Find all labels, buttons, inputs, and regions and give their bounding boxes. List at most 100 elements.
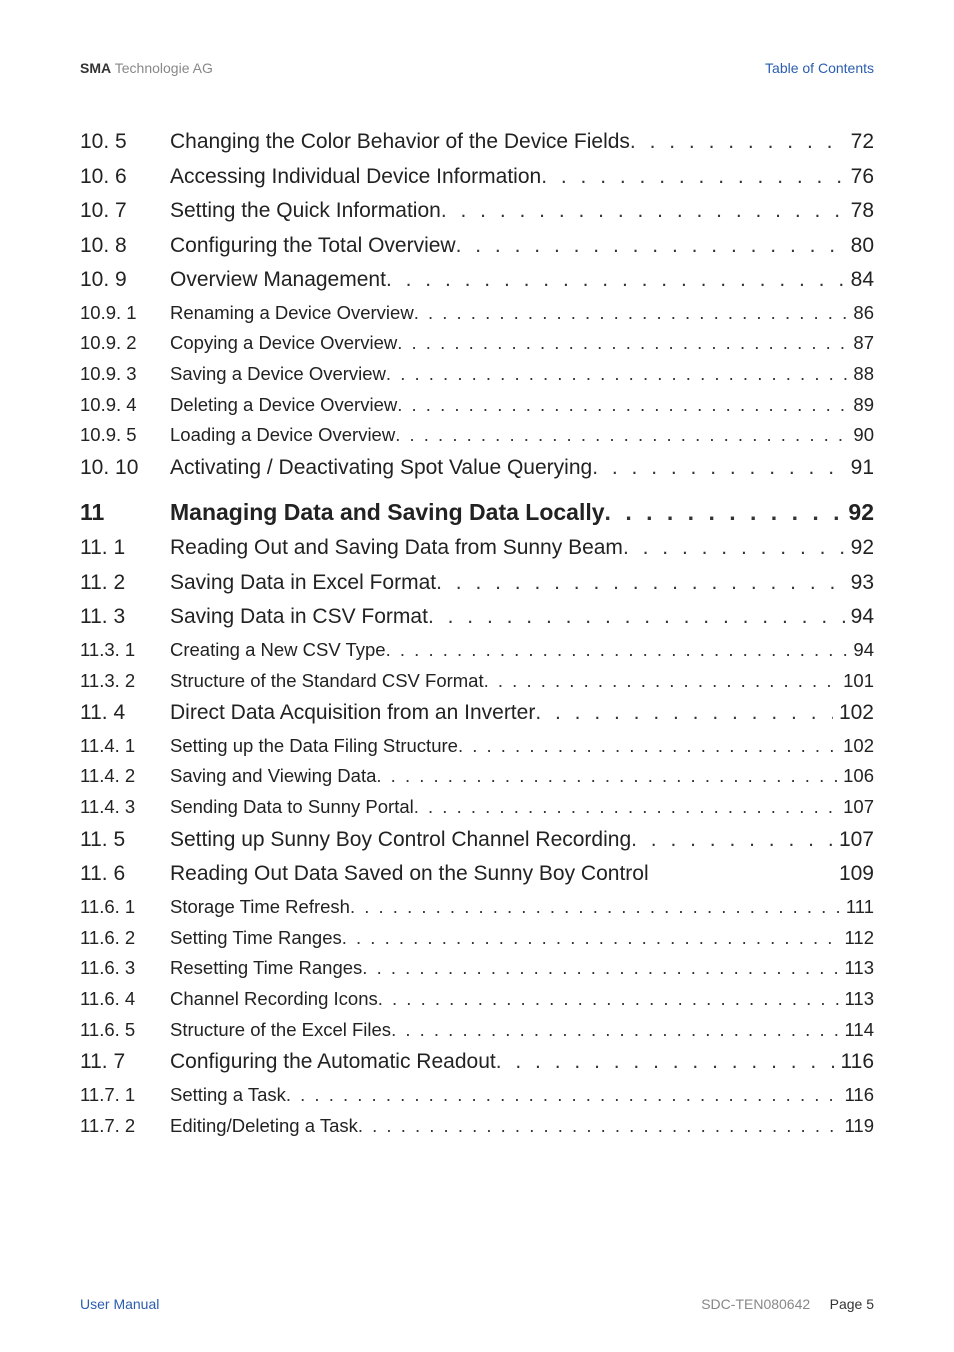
toc-title: Deleting a Device Overview xyxy=(170,391,397,420)
toc-title-wrap: Resetting Time Ranges113 xyxy=(170,954,874,983)
toc-number: 11 xyxy=(80,495,170,531)
footer-right: SDC-TEN080642 Page 5 xyxy=(701,1296,874,1312)
toc-title: Sending Data to Sunny Portal xyxy=(170,793,414,822)
toc-title-wrap: Setting up the Data Filing Structure102 xyxy=(170,732,874,761)
toc-number: 11.3. 2 xyxy=(80,667,170,696)
toc-leader-dots xyxy=(436,567,845,600)
toc-entry: 10. 7Setting the Quick Information 78 xyxy=(80,195,874,228)
toc-title-wrap: Direct Data Acquisition from an Inverter… xyxy=(170,697,874,730)
toc-page: 94 xyxy=(845,601,874,634)
toc-page: 106 xyxy=(837,762,874,791)
toc-title-wrap: Structure of the Standard CSV Format101 xyxy=(170,667,874,696)
toc-number: 10. 9 xyxy=(80,264,170,297)
toc-entry: 10.9. 4Deleting a Device Overview89 xyxy=(80,391,874,420)
toc-leader-dots xyxy=(391,1016,838,1045)
toc-page: 88 xyxy=(847,360,874,389)
toc-page: 107 xyxy=(837,793,874,822)
toc-number: 10. 8 xyxy=(80,230,170,263)
toc-number: 11. 5 xyxy=(80,824,170,857)
toc-title-wrap: Overview Management84 xyxy=(170,264,874,297)
toc-title: Creating a New CSV Type xyxy=(170,636,386,665)
toc-title-wrap: Setting the Quick Information 78 xyxy=(170,195,874,228)
toc-number: 11.3. 1 xyxy=(80,636,170,665)
toc-title: Setting up Sunny Boy Control Channel Rec… xyxy=(170,824,631,857)
toc-title-wrap: Activating / Deactivating Spot Value Que… xyxy=(170,452,874,485)
toc-title-wrap: Sending Data to Sunny Portal 107 xyxy=(170,793,874,822)
toc-page: 78 xyxy=(845,195,874,228)
toc-page: 94 xyxy=(847,636,874,665)
toc-title: Activating / Deactivating Spot Value Que… xyxy=(170,452,592,485)
toc-title: Setting the Quick Information xyxy=(170,195,441,228)
toc-title-wrap: Saving Data in Excel Format93 xyxy=(170,567,874,600)
toc-page: 107 xyxy=(833,824,874,857)
toc-number: 11.6. 1 xyxy=(80,893,170,922)
toc-page: 92 xyxy=(842,495,874,531)
toc-number: 11.4. 1 xyxy=(80,732,170,761)
toc-title: Editing/Deleting a Task xyxy=(170,1112,358,1141)
toc-entry: 10. 9Overview Management84 xyxy=(80,264,874,297)
toc-title-wrap: Accessing Individual Device Information 7… xyxy=(170,161,874,194)
toc-title: Saving Data in CSV Format xyxy=(170,601,428,634)
toc-title-wrap: Reading Out and Saving Data from Sunny B… xyxy=(170,532,874,565)
toc-title: Setting a Task xyxy=(170,1081,286,1110)
toc-title: Saving and Viewing Data xyxy=(170,762,376,791)
toc-entry: 10.9. 1Renaming a Device Overview86 xyxy=(80,299,874,328)
brand-suffix: Technologie AG xyxy=(111,60,213,76)
toc-title: Copying a Device Overview xyxy=(170,329,397,358)
toc-entry: 10. 10Activating / Deactivating Spot Val… xyxy=(80,452,874,485)
toc-leader-dots xyxy=(458,732,837,761)
toc-entry: 10.9. 5Loading a Device Overview90 xyxy=(80,421,874,450)
toc-title-wrap: Setting up Sunny Boy Control Channel Rec… xyxy=(170,824,874,857)
toc-entry: 11.6. 5Structure of the Excel Files114 xyxy=(80,1016,874,1045)
toc-page: 113 xyxy=(839,985,875,1014)
toc-leader-dots xyxy=(631,824,833,857)
footer-doc-type: User Manual xyxy=(80,1296,159,1312)
toc-leader-dots xyxy=(428,601,845,634)
toc-leader-dots xyxy=(378,985,839,1014)
header-brand: SMA Technologie AG xyxy=(80,60,213,76)
toc-title-wrap: Saving and Viewing Data 106 xyxy=(170,762,874,791)
toc-entry: 11.6. 4Channel Recording Icons113 xyxy=(80,985,874,1014)
toc-entry: 11. 6Reading Out Data Saved on the Sunny… xyxy=(80,858,874,891)
toc-title: Changing the Color Behavior of the Devic… xyxy=(170,126,630,159)
toc-entry: 10. 5Changing the Color Behavior of the … xyxy=(80,126,874,159)
toc-page: 86 xyxy=(847,299,874,328)
toc-title: Loading a Device Overview xyxy=(170,421,395,450)
toc-page: 93 xyxy=(845,567,874,600)
toc-page: 116 xyxy=(839,1081,875,1110)
toc-title: Direct Data Acquisition from an Inverter xyxy=(170,697,535,730)
toc-leader-dots xyxy=(386,264,845,297)
toc-leader-dots xyxy=(397,329,847,358)
toc-number: 10.9. 5 xyxy=(80,421,170,450)
toc-entry: 10.9. 2Copying a Device Overview87 xyxy=(80,329,874,358)
toc-number: 11.4. 3 xyxy=(80,793,170,822)
table-of-contents: 10. 5Changing the Color Behavior of the … xyxy=(80,126,874,1140)
page-header: SMA Technologie AG Table of Contents xyxy=(80,60,874,76)
toc-leader-dots xyxy=(484,667,838,696)
toc-number: 11.6. 5 xyxy=(80,1016,170,1045)
toc-page: 102 xyxy=(833,697,874,730)
toc-leader-dots xyxy=(541,161,844,194)
toc-entry: 11.7. 2Editing/Deleting a Task119 xyxy=(80,1112,874,1141)
toc-entry: 11. 7Configuring the Automatic Readout11… xyxy=(80,1046,874,1079)
toc-number: 11. 1 xyxy=(80,532,170,565)
toc-page: 76 xyxy=(845,161,874,194)
toc-number: 10.9. 4 xyxy=(80,391,170,420)
toc-page: 113 xyxy=(839,954,875,983)
footer-page-num: 5 xyxy=(866,1296,874,1312)
toc-title-wrap: Reading Out Data Saved on the Sunny Boy … xyxy=(170,858,874,891)
toc-leader-dots xyxy=(386,360,848,389)
toc-title: Accessing Individual Device Information xyxy=(170,161,541,194)
toc-entry: 11.6. 1Storage Time Refresh111 xyxy=(80,893,874,922)
toc-entry: 11.6. 3Resetting Time Ranges113 xyxy=(80,954,874,983)
toc-title: Managing Data and Saving Data Locally xyxy=(170,495,605,531)
toc-number: 10. 7 xyxy=(80,195,170,228)
toc-number: 10.9. 1 xyxy=(80,299,170,328)
toc-number: 10. 5 xyxy=(80,126,170,159)
toc-title-wrap: Saving a Device Overview88 xyxy=(170,360,874,389)
toc-title-wrap: Deleting a Device Overview89 xyxy=(170,391,874,420)
toc-leader-dots xyxy=(414,299,848,328)
toc-number: 11.6. 2 xyxy=(80,924,170,953)
toc-leader-dots xyxy=(358,1112,839,1141)
toc-leader-dots xyxy=(376,762,837,791)
